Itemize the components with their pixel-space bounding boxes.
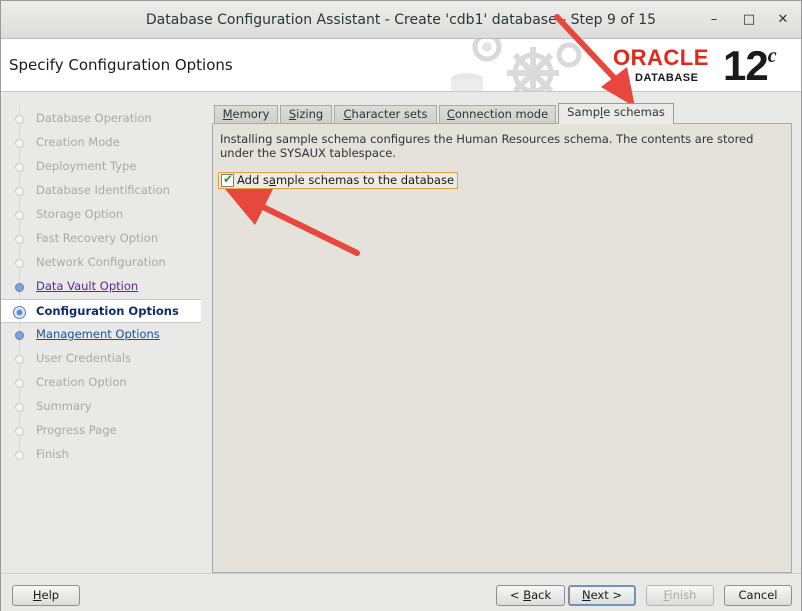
wizard-footer: Help < Back Next > Finish Cancel xyxy=(1,573,801,611)
tab-memory[interactable]: Memory xyxy=(214,105,278,124)
sidebar-step-deployment-type: Deployment Type xyxy=(1,155,201,179)
dbca-window: Database Configuration Assistant - Creat… xyxy=(0,0,802,611)
step-label: Management Options xyxy=(36,327,160,341)
next-button[interactable]: Next > xyxy=(568,585,636,606)
step-status-icon xyxy=(15,379,24,388)
page-header: Specify Configuration Options ORACLE DAT… xyxy=(1,39,801,92)
steps-sidebar: Database Operation Creation Mode Deploymen… xyxy=(1,93,201,573)
title-bar[interactable]: Database Configuration Assistant - Creat… xyxy=(1,1,801,39)
window-title: Database Configuration Assistant - Creat… xyxy=(145,12,657,28)
sidebar-step-database-operation: Database Operation xyxy=(1,107,201,131)
back-button[interactable]: < Back xyxy=(496,585,565,606)
sidebar-step-creation-option: Creation Option xyxy=(1,371,201,395)
sidebar-step-network-configuration: Network Configuration xyxy=(1,251,201,275)
tab-connection-mode[interactable]: Connection mode xyxy=(439,105,556,124)
step-status-icon xyxy=(15,451,24,460)
step-status-icon xyxy=(15,235,24,244)
tab-sample-schemas[interactable]: Sample schemas xyxy=(558,103,674,124)
step-status-icon xyxy=(13,306,26,319)
database-wordmark: DATABASE xyxy=(635,72,699,84)
step-label: Database Identification xyxy=(36,183,170,197)
sidebar-step-fast-recovery-option: Fast Recovery Option xyxy=(1,227,201,251)
page-title: Specify Configuration Options xyxy=(9,56,233,74)
version-suffix: c xyxy=(767,45,777,67)
step-status-icon xyxy=(15,115,24,124)
version-number: 12 xyxy=(723,42,769,89)
step-label: Summary xyxy=(36,399,92,413)
oracle-wordmark: ORACLE xyxy=(613,45,709,70)
step-label: Database Operation xyxy=(36,111,152,125)
step-label: Fast Recovery Option xyxy=(36,231,159,245)
add-sample-schemas-option[interactable]: ✔ Add sample schemas to the database xyxy=(218,172,459,189)
finish-button: Finish xyxy=(646,585,714,606)
step-status-icon xyxy=(15,283,24,292)
step-status-icon xyxy=(15,403,24,412)
sidebar-step-finish: Finish xyxy=(1,443,201,467)
step-label: Creation Mode xyxy=(36,135,120,149)
oracle-logo: ORACLE DATABASE xyxy=(613,45,723,87)
version-badge: 12c xyxy=(723,42,777,90)
sample-schema-description: Installing sample schema configures the … xyxy=(220,132,754,160)
sidebar-step-database-identification: Database Identification xyxy=(1,179,201,203)
step-label: User Credentials xyxy=(36,351,132,365)
step-label: Finish xyxy=(36,447,69,461)
checkmark-icon: ✔ xyxy=(223,172,234,186)
add-sample-schemas-checkbox[interactable]: ✔ xyxy=(221,172,234,187)
step-label: Configuration Options xyxy=(36,304,179,318)
step-status-icon xyxy=(15,187,24,196)
sidebar-step-progress-page: Progress Page xyxy=(1,419,201,443)
step-label: Progress Page xyxy=(36,423,117,437)
add-sample-schemas-label: Add sample schemas to the database xyxy=(237,173,455,187)
step-label: Storage Option xyxy=(36,207,124,221)
sidebar-step-summary: Summary xyxy=(1,395,201,419)
step-status-icon xyxy=(15,139,24,148)
sidebar-step-data-vault-option[interactable]: Data Vault Option xyxy=(1,275,201,299)
gears-icon xyxy=(451,39,582,91)
step-status-icon xyxy=(15,163,24,172)
minimize-icon[interactable]: – xyxy=(703,9,725,31)
close-icon[interactable]: ✕ xyxy=(772,9,794,31)
configuration-content: Memory Sizing Character sets Connection … xyxy=(212,103,792,573)
step-status-icon xyxy=(15,355,24,364)
cancel-button[interactable]: Cancel xyxy=(724,585,792,606)
sidebar-step-creation-mode: Creation Mode xyxy=(1,131,201,155)
help-button[interactable]: Help xyxy=(12,585,80,606)
step-label: Network Configuration xyxy=(36,255,166,269)
step-label: Deployment Type xyxy=(36,159,137,173)
step-status-icon xyxy=(15,427,24,436)
sidebar-step-configuration-options: Configuration Options xyxy=(1,299,201,323)
step-status-icon xyxy=(15,211,24,220)
step-status-icon xyxy=(15,331,24,340)
step-label: Data Vault Option xyxy=(36,279,139,293)
tab-character-sets[interactable]: Character sets xyxy=(334,105,437,124)
step-label: Creation Option xyxy=(36,375,127,389)
maximize-icon[interactable]: □ xyxy=(738,9,760,31)
config-tabs: Memory Sizing Character sets Connection … xyxy=(212,103,792,124)
sidebar-step-user-credentials: User Credentials xyxy=(1,347,201,371)
sidebar-step-management-options[interactable]: Management Options xyxy=(1,323,201,347)
sample-schemas-panel: Installing sample schema configures the … xyxy=(212,123,792,573)
step-status-icon xyxy=(15,259,24,268)
sidebar-step-storage-option: Storage Option xyxy=(1,203,201,227)
tab-sizing[interactable]: Sizing xyxy=(280,105,332,124)
